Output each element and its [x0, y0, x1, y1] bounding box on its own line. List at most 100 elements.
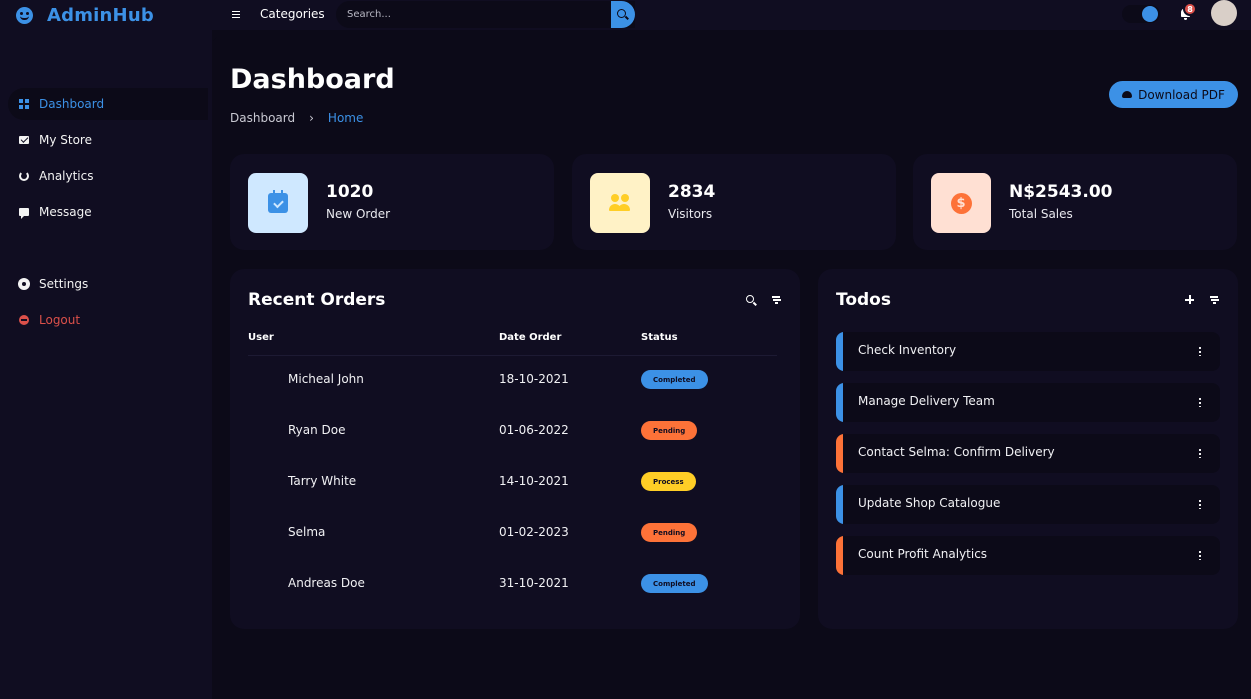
- download-label: Download PDF: [1138, 87, 1225, 102]
- theme-toggle[interactable]: [1122, 5, 1160, 23]
- sidebar-item-settings[interactable]: Settings: [8, 268, 208, 300]
- brand[interactable]: AdminHub: [16, 4, 154, 26]
- status-badge: Completed: [641, 574, 708, 593]
- chevron-right-icon: ›: [309, 111, 314, 125]
- avatar: [253, 469, 279, 495]
- store-icon: [19, 136, 29, 144]
- sidebar-item-analytics[interactable]: Analytics: [8, 160, 208, 192]
- column-header-status[interactable]: Status: [641, 332, 678, 343]
- sidebar-item-label: Analytics: [39, 169, 94, 183]
- breadcrumb-dashboard[interactable]: Dashboard: [230, 111, 295, 125]
- profile-avatar[interactable]: [1211, 0, 1237, 26]
- top-nav: Categories 8: [212, 0, 1251, 30]
- stat-label: Total Sales: [1009, 207, 1073, 221]
- download-pdf-button[interactable]: Download PDF: [1109, 81, 1238, 108]
- more-vertical-icon[interactable]: [1199, 499, 1201, 509]
- order-date: 31-10-2021: [499, 576, 569, 590]
- gear-icon: [19, 279, 29, 289]
- todo-item[interactable]: Contact Selma: Confirm Delivery: [836, 434, 1220, 473]
- message-icon: [19, 208, 29, 219]
- more-vertical-icon[interactable]: [1199, 346, 1201, 356]
- dollar-circle-icon: $: [931, 173, 991, 233]
- nav-link-categories[interactable]: Categories: [260, 7, 325, 21]
- user-name: Ryan Doe: [288, 423, 346, 437]
- breadcrumb: Dashboard › Home: [230, 111, 363, 125]
- notification-badge: 8: [1183, 2, 1197, 16]
- side-menu: Dashboard My Store Analytics Message: [8, 88, 208, 232]
- panel-title: Todos: [836, 290, 891, 310]
- search-input[interactable]: [336, 1, 611, 28]
- panel-title: Recent Orders: [248, 290, 386, 310]
- filter-icon[interactable]: [1210, 295, 1220, 305]
- filter-icon[interactable]: [772, 295, 782, 305]
- todo-item[interactable]: Check Inventory: [836, 332, 1220, 371]
- table-row[interactable]: Tarry White 14-10-2021 Process: [248, 462, 777, 513]
- search-button[interactable]: [611, 1, 635, 28]
- breadcrumb-home[interactable]: Home: [328, 111, 363, 125]
- sidebar-item-label: Logout: [39, 313, 81, 327]
- menu-icon[interactable]: [232, 11, 240, 18]
- stat-label: Visitors: [668, 207, 713, 221]
- stat-value: 2834: [668, 182, 716, 202]
- todo-text: Check Inventory: [858, 343, 957, 357]
- column-header-date[interactable]: Date Order: [499, 332, 561, 343]
- stat-card-visitors: 2834 Visitors: [572, 154, 896, 250]
- search-icon[interactable]: [746, 295, 754, 303]
- cloud-download-icon: [1122, 91, 1133, 98]
- sidebar-item-logout[interactable]: Logout: [8, 304, 208, 336]
- todo-status-bar: [836, 536, 843, 575]
- search-icon: [617, 9, 626, 18]
- user-name: Andreas Doe: [288, 576, 365, 590]
- avatar: [253, 520, 279, 546]
- order-date: 14-10-2021: [499, 474, 569, 488]
- sidebar-item-label: My Store: [39, 133, 92, 147]
- smiley-icon: [16, 6, 33, 24]
- sidebar-item-dashboard[interactable]: Dashboard: [8, 88, 208, 120]
- todo-text: Manage Delivery Team: [858, 394, 995, 408]
- table-row[interactable]: Ryan Doe 01-06-2022 Pending: [248, 411, 777, 462]
- sidebar-item-label: Message: [39, 205, 92, 219]
- more-vertical-icon[interactable]: [1199, 550, 1201, 560]
- user-name: Tarry White: [288, 474, 357, 488]
- calendar-check-icon: [248, 173, 308, 233]
- toggle-knob: [1142, 6, 1158, 22]
- todo-item[interactable]: Manage Delivery Team: [836, 383, 1220, 422]
- todo-status-bar: [836, 383, 843, 422]
- search-form: [336, 1, 635, 28]
- todo-status-bar: [836, 434, 843, 473]
- divider: [248, 355, 777, 356]
- sidebar-item-message[interactable]: Message: [8, 196, 208, 228]
- sidebar-item-label: Dashboard: [39, 97, 105, 111]
- status-badge: Pending: [641, 523, 698, 542]
- todo-status-bar: [836, 332, 843, 371]
- table-row[interactable]: Micheal John 18-10-2021 Completed: [248, 360, 777, 411]
- logout-icon: [19, 315, 29, 325]
- status-badge: Completed: [641, 370, 708, 389]
- status-badge: Process: [641, 472, 696, 491]
- avatar: [253, 418, 279, 444]
- todo-text: Contact Selma: Confirm Delivery: [858, 445, 1055, 459]
- todo-item[interactable]: Count Profit Analytics: [836, 536, 1220, 575]
- people-icon: [590, 173, 650, 233]
- table-row[interactable]: Selma 01-02-2023 Pending: [248, 513, 777, 564]
- stat-value: 1020: [326, 182, 374, 202]
- avatar: [253, 367, 279, 393]
- grid-icon: [19, 99, 29, 109]
- order-date: 01-06-2022: [499, 423, 569, 437]
- stat-label: New Order: [326, 207, 391, 221]
- sidebar-item-my-store[interactable]: My Store: [8, 124, 208, 156]
- more-vertical-icon[interactable]: [1199, 397, 1201, 407]
- plus-icon[interactable]: [1185, 295, 1195, 305]
- more-vertical-icon[interactable]: [1199, 448, 1201, 458]
- status-badge: Pending: [641, 421, 698, 440]
- column-header-user[interactable]: User: [248, 332, 274, 343]
- avatar: [253, 571, 279, 597]
- table-row[interactable]: Andreas Doe 31-10-2021 Completed: [248, 564, 777, 615]
- stat-value: N$2543.00: [1009, 182, 1113, 202]
- sidebar-item-label: Settings: [39, 277, 89, 291]
- recent-orders-panel: Recent Orders User Date Order Status Mic…: [230, 269, 800, 629]
- user-name: Selma: [288, 525, 326, 539]
- order-date: 01-02-2023: [499, 525, 569, 539]
- todo-item[interactable]: Update Shop Catalogue: [836, 485, 1220, 524]
- stat-card-total-sales: $ N$2543.00 Total Sales: [913, 154, 1237, 250]
